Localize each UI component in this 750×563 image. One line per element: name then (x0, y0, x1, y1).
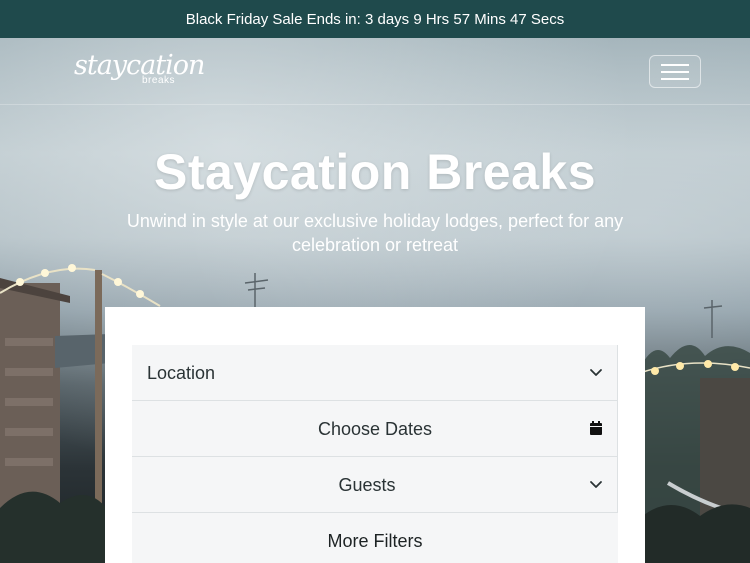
more-filters-label: More Filters (327, 531, 423, 551)
location-select[interactable]: Location (132, 345, 618, 401)
hero-subtitle: Unwind in style at our exclusive holiday… (126, 211, 624, 255)
calendar-icon (590, 421, 602, 435)
chevron-down-icon (590, 369, 602, 376)
menu-line (661, 63, 689, 66)
choose-dates-picker[interactable]: Choose Dates (132, 401, 618, 457)
chevron-down-icon (590, 481, 602, 488)
staycation-breaks-logo[interactable]: staycation breaks (74, 50, 205, 94)
menu-line (661, 70, 689, 73)
promo-countdown-text: Black Friday Sale Ends in: 3 days 9 Hrs … (185, 10, 565, 28)
menu-line (661, 77, 689, 80)
choose-dates-label: Choose Dates (317, 419, 433, 439)
hero-section: staycation breaks Staycation Breaks Unwi… (0, 38, 750, 563)
hamburger-menu-icon[interactable] (649, 55, 701, 88)
location-label: Location (147, 363, 216, 383)
logo-sub-text: breaks (142, 75, 176, 86)
guests-select[interactable]: Guests (132, 457, 618, 513)
promo-countdown-bar: Black Friday Sale Ends in: 3 days 9 Hrs … (0, 0, 750, 38)
logo-script-text: staycation (74, 50, 205, 81)
site-header: staycation breaks (0, 38, 750, 105)
guests-label: Guests (338, 475, 396, 495)
search-panel: Location Choose Dates Guests More Filter… (105, 307, 645, 563)
more-filters-button[interactable]: More Filters (132, 513, 618, 563)
hero-title: Staycation Breaks (153, 144, 597, 200)
